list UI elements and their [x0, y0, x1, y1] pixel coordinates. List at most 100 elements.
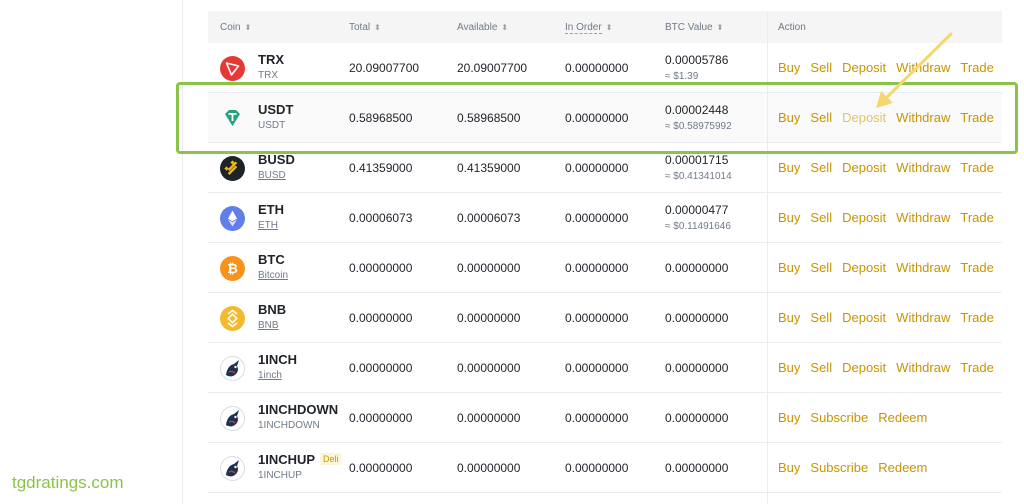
action-buy-link[interactable]: Buy	[778, 410, 800, 425]
1inch-unicorn-icon	[220, 406, 245, 431]
table-row: 1INCHDOWN 1INCHDOWN 0.00000000 0.00000000 0.…	[208, 393, 1002, 443]
action-trade-link[interactable]: Trade	[960, 310, 993, 325]
action-trade-link[interactable]: Trade	[960, 60, 993, 75]
action-withdraw-link[interactable]: Withdraw	[896, 360, 950, 375]
action-deposit-link[interactable]: Deposit	[842, 60, 886, 75]
action-trade-link[interactable]: Trade	[960, 360, 993, 375]
btc-icon: ₿	[220, 256, 245, 281]
coin-name: TRX	[258, 70, 278, 81]
coin-name[interactable]: Bitcoin	[258, 270, 288, 281]
action-subscribe-link[interactable]: Subscribe	[810, 410, 868, 425]
available-value: 0.00000000	[457, 461, 521, 475]
action-links: BuySellDepositWithdrawTradeE	[778, 160, 1002, 178]
action-buy-link[interactable]: Buy	[778, 60, 800, 75]
action-buy-link[interactable]: Buy	[778, 360, 800, 375]
sort-icon[interactable]: ⬍	[717, 23, 724, 32]
btc-value: 0.00000000	[665, 311, 729, 325]
action-withdraw-link[interactable]: Withdraw	[896, 310, 950, 325]
action-links: BuySellDepositWithdrawTradeE	[778, 360, 1002, 378]
watermark: tgdratings.com	[12, 473, 124, 492]
in-order-value: 0.00000000	[565, 411, 629, 425]
header-btc-value[interactable]: BTC Value ⬍	[665, 22, 723, 33]
in-order-value: 0.00000000	[565, 461, 629, 475]
action-redeem-link[interactable]: Redeem	[878, 460, 927, 475]
coin-name[interactable]: BUSD	[258, 170, 286, 181]
in-order-value: 0.00000000	[565, 311, 629, 325]
action-redeem-link[interactable]: Redeem	[878, 410, 927, 425]
action-subscribe-link[interactable]: Subscribe	[810, 460, 868, 475]
action-sell-link[interactable]: Sell	[810, 360, 832, 375]
action-sell-link[interactable]: Sell	[810, 310, 832, 325]
coin-name: 1INCHDOWN	[258, 420, 320, 431]
action-withdraw-link[interactable]: Withdraw	[896, 260, 950, 275]
delisting-badge: Deli	[320, 453, 342, 465]
action-withdraw-link[interactable]: Withdraw	[896, 210, 950, 225]
sort-icon[interactable]: ⬍	[245, 23, 252, 32]
sort-icon[interactable]: ⬍	[606, 23, 613, 32]
header-action: Action	[778, 22, 806, 33]
action-withdraw-link[interactable]: Withdraw	[896, 60, 950, 75]
action-sell-link[interactable]: Sell	[810, 60, 832, 75]
action-buy-link[interactable]: Buy	[778, 460, 800, 475]
table-row: 1INCHUP 1INCHUP Deli 0.00000000 0.00000000 0.…	[208, 443, 1002, 493]
available-value: 0.00000000	[457, 311, 521, 325]
action-sell-link[interactable]: Sell	[810, 160, 832, 175]
usd-value: ≈ $0.41341014	[665, 171, 732, 182]
sort-icon[interactable]: ⬍	[501, 23, 508, 32]
available-value: 0.00000000	[457, 361, 521, 375]
coin-symbol: 1INCHUP	[258, 452, 316, 467]
btc-value: 0.00005786	[665, 53, 729, 67]
action-trade-link[interactable]: Trade	[960, 160, 993, 175]
header-in-order[interactable]: In Order ⬍	[565, 22, 613, 34]
header-coin[interactable]: Coin ⬍	[220, 22, 251, 33]
header-available-label: Available	[457, 22, 498, 33]
coin-name[interactable]: 1inch	[258, 370, 282, 381]
coin-name[interactable]: BNB	[258, 320, 279, 331]
action-deposit-link[interactable]: Deposit	[842, 310, 886, 325]
action-deposit-link[interactable]: Deposit	[842, 160, 886, 175]
balance-table: Coin ⬍ Total ⬍ Available ⬍ In Order ⬍ BTC Va…	[208, 11, 1002, 43]
header-available[interactable]: Available ⬍	[457, 22, 508, 33]
in-order-value: 0.00000000	[565, 361, 629, 375]
header-coin-label: Coin	[220, 22, 241, 33]
action-links: Buy Subscribe Redeem	[778, 410, 1002, 428]
action-buy-link[interactable]: Buy	[778, 310, 800, 325]
in-order-value: 0.00000000	[565, 61, 629, 75]
in-order-value: 0.00000000	[565, 261, 629, 275]
action-withdraw-link[interactable]: Withdraw	[896, 160, 950, 175]
action-trade-link[interactable]: Trade	[960, 210, 993, 225]
action-sell-link[interactable]: Sell	[810, 260, 832, 275]
action-buy-link[interactable]: Buy	[778, 210, 800, 225]
action-deposit-link[interactable]: Deposit	[842, 360, 886, 375]
coin-symbol: TRX	[258, 52, 284, 67]
btc-value: 0.00000000	[665, 261, 729, 275]
busd-icon	[220, 156, 245, 181]
btc-value: 0.00000000	[665, 411, 729, 425]
available-value: 0.00000000	[457, 411, 521, 425]
header-btc-value-label: BTC Value	[665, 22, 713, 33]
action-buy-link[interactable]: Buy	[778, 160, 800, 175]
coin-symbol: BNB	[258, 302, 287, 317]
eth-icon	[220, 206, 245, 231]
available-value: 0.00006073	[457, 211, 521, 225]
coin-symbol: BUSD	[258, 152, 295, 167]
table-header: Coin ⬍ Total ⬍ Available ⬍ In Order ⬍ BTC Va…	[208, 11, 1002, 43]
coin-symbol: BTC	[258, 252, 285, 267]
header-total[interactable]: Total ⬍	[349, 22, 381, 33]
action-trade-link[interactable]: Trade	[960, 260, 993, 275]
total-value: 0.00000000	[349, 361, 413, 375]
coin-name[interactable]: ETH	[258, 220, 278, 231]
total-value: 20.09007700	[349, 61, 420, 75]
1inch-unicorn-icon	[220, 456, 245, 481]
action-buy-link[interactable]: Buy	[778, 260, 800, 275]
action-sell-link[interactable]: Sell	[810, 210, 832, 225]
header-total-label: Total	[349, 22, 371, 33]
available-value: 20.09007700	[457, 61, 528, 75]
action-deposit-link[interactable]: Deposit	[842, 260, 886, 275]
action-deposit-link[interactable]: Deposit	[842, 210, 886, 225]
sort-icon[interactable]: ⬍	[374, 23, 381, 32]
trx-icon	[220, 56, 245, 81]
total-value: 0.00006073	[349, 211, 413, 225]
table-row: BNB BNB 0.00000000 0.00000000 0.00000000 0.00…	[208, 293, 1002, 343]
total-value: 0.00000000	[349, 261, 413, 275]
